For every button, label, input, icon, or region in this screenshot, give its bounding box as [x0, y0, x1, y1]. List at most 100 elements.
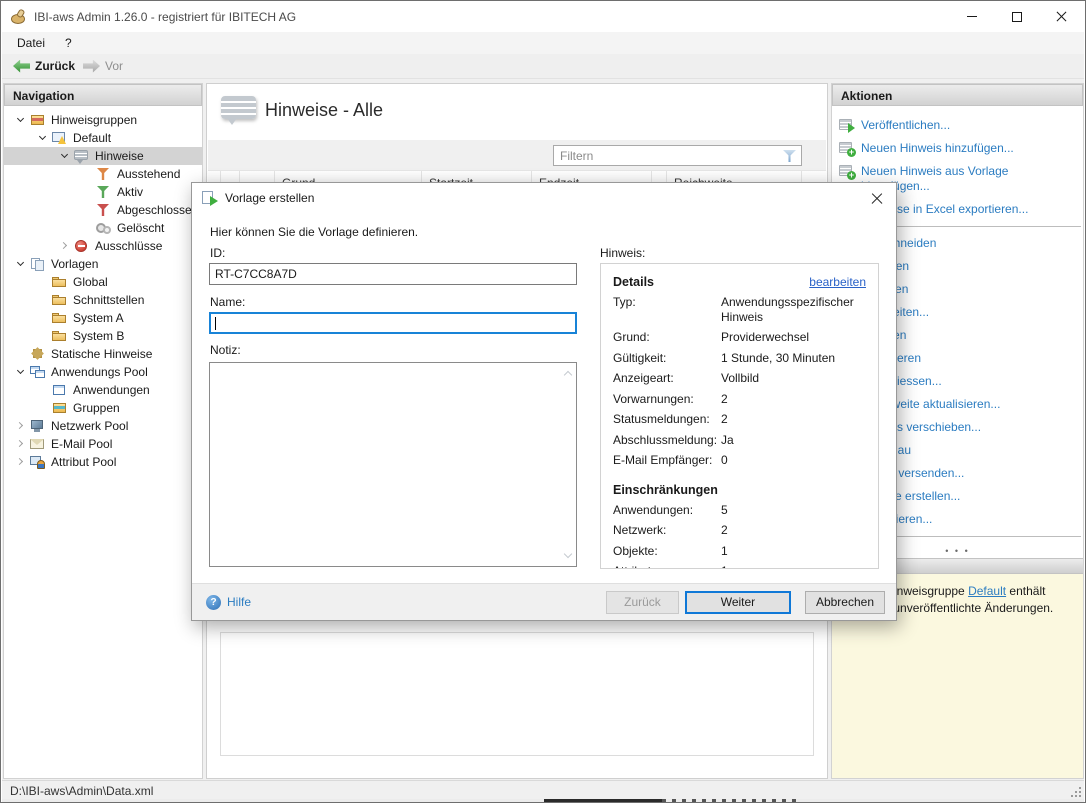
templates-icon — [29, 256, 46, 272]
sidebar-item-gruppen[interactable]: Gruppen — [4, 399, 202, 417]
chevron-right-icon[interactable] — [13, 436, 29, 452]
group-box-icon — [51, 400, 68, 416]
weiter-button[interactable]: Weiter — [685, 591, 791, 614]
navigation-panel: Navigation Hinweisgruppen Default Hinwei… — [3, 83, 203, 779]
add-note-icon — [838, 163, 855, 179]
forward-button[interactable]: Vor — [79, 57, 127, 75]
help-button[interactable]: ? Hilfe — [206, 595, 251, 610]
sidebar-item-system-b[interactable]: System B — [4, 327, 202, 345]
sidebar-item-schnittstellen[interactable]: Schnittstellen — [4, 291, 202, 309]
sidebar-item-attribut-pool[interactable]: Attribut Pool — [4, 453, 202, 471]
restrictions-heading: Einschränkungen — [613, 483, 866, 497]
chevron-placeholder — [35, 292, 51, 308]
folder-icon — [51, 292, 68, 308]
sidebar-item-anwendungen[interactable]: Anwendungen — [4, 381, 202, 399]
chevron-placeholder — [35, 328, 51, 344]
app-logo-icon — [10, 9, 27, 25]
detail-key: Gültigkeit: — [613, 351, 721, 366]
forward-label: Vor — [105, 59, 123, 73]
detail-key: Statusmeldungen: — [613, 412, 721, 427]
sidebar-item-statische-hinweise[interactable]: Statische Hinweise — [4, 345, 202, 363]
detail-row: Abschlussmeldung: Ja — [613, 433, 866, 448]
restriction-row: Objekte: 1 — [613, 544, 866, 559]
email-icon — [29, 436, 46, 452]
filter-box — [553, 145, 802, 166]
chevron-placeholder — [13, 346, 29, 362]
sidebar-item-aktiv[interactable]: Aktiv — [4, 183, 202, 201]
sidebar-item-hinweise[interactable]: Hinweise — [4, 147, 202, 165]
filter-input[interactable] — [554, 146, 801, 165]
sidebar-item-default[interactable]: Default — [4, 129, 202, 147]
folder-icon — [51, 310, 68, 326]
deleted-icon — [95, 220, 112, 236]
details-heading: Details — [613, 275, 654, 289]
action-neuen-hinweis[interactable]: Neuen Hinweis hinzufügen... — [832, 137, 1083, 160]
sidebar-item-vorlagen[interactable]: Vorlagen — [4, 255, 202, 273]
action-veroeffentlichen[interactable]: Veröffentlichen... — [832, 114, 1083, 137]
taskbar-fragment — [544, 799, 662, 802]
minimize-button[interactable] — [949, 2, 994, 31]
sidebar-item-label: Hinweise — [93, 147, 144, 165]
sidebar-item-label: Ausstehend — [115, 165, 180, 183]
sidebar-item-email-pool[interactable]: E-Mail Pool — [4, 435, 202, 453]
sidebar-item-ausschluesse[interactable]: Ausschlüsse — [4, 237, 202, 255]
resize-grip[interactable] — [1069, 785, 1081, 797]
hinweis-details-box: Details bearbeiten Typ: Anwendungsspezif… — [600, 263, 879, 569]
chevron-right-icon[interactable] — [13, 418, 29, 434]
zurueck-button[interactable]: Zurück — [606, 591, 679, 614]
sidebar-item-geloescht[interactable]: Gelöscht — [4, 219, 202, 237]
sidebar-item-system-a[interactable]: System A — [4, 309, 202, 327]
chevron-right-icon[interactable] — [13, 454, 29, 470]
detail-value: 1 Stunde, 30 Minuten — [721, 351, 866, 366]
sidebar-item-label: System A — [71, 309, 124, 327]
speech-bubble-icon — [73, 148, 90, 164]
sidebar-item-label: Ausschlüsse — [93, 237, 162, 255]
monitor-warning-icon — [51, 130, 68, 146]
default-group-link[interactable]: Default — [968, 584, 1006, 598]
close-button[interactable] — [1039, 2, 1084, 31]
sidebar-item-label: Hinweisgruppen — [49, 111, 137, 129]
app-window-icon — [51, 382, 68, 398]
sidebar-item-label: Gelöscht — [115, 219, 164, 237]
network-icon — [29, 418, 46, 434]
detail-key: E-Mail Empfänger: — [613, 453, 721, 468]
sidebar-item-hinweisgruppen[interactable]: Hinweisgruppen — [4, 111, 202, 129]
bearbeiten-link[interactable]: bearbeiten — [809, 275, 866, 289]
hinweise-bubble-icon — [221, 94, 259, 130]
chevron-down-icon[interactable] — [13, 256, 29, 272]
chevron-right-icon[interactable] — [57, 238, 73, 254]
name-field[interactable] — [211, 314, 575, 332]
detail-value: Ja — [721, 433, 866, 448]
chevron-down-icon[interactable] — [57, 148, 73, 164]
restriction-key: Anwendungen: — [613, 503, 721, 518]
publish-icon — [838, 117, 855, 133]
abbrechen-button[interactable]: Abbrechen — [805, 591, 885, 614]
vorlage-erstellen-dialog: Vorlage erstellen Hier können Sie die Vo… — [191, 182, 897, 621]
menu-help[interactable]: ? — [55, 34, 82, 52]
dialog-footer: ? Hilfe Zurück Weiter Abbrechen — [192, 583, 896, 620]
menu-datei[interactable]: Datei — [7, 34, 55, 52]
id-label: ID: — [210, 246, 225, 260]
restriction-key: Objekte: — [613, 544, 721, 559]
sidebar-item-anwendungs-pool[interactable]: Anwendungs Pool — [4, 363, 202, 381]
dialog-close-icon[interactable] — [870, 191, 884, 205]
sidebar-item-label: Schnittstellen — [71, 291, 144, 309]
chevron-down-icon[interactable] — [13, 364, 29, 380]
restriction-key: Netzwerk: — [613, 523, 721, 538]
toolbar: Zurück Vor — [2, 54, 1084, 79]
detail-row: Statusmeldungen: 2 — [613, 412, 866, 427]
id-field[interactable] — [210, 264, 576, 284]
note-label: Notiz: — [210, 343, 241, 357]
sidebar-item-abgeschlossen[interactable]: Abgeschlossen — [4, 201, 202, 219]
sidebar-item-netzwerk-pool[interactable]: Netzwerk Pool — [4, 417, 202, 435]
back-button[interactable]: Zurück — [9, 57, 79, 75]
chevron-down-icon[interactable] — [35, 130, 51, 146]
maximize-button[interactable] — [994, 2, 1039, 31]
forward-arrow-icon — [83, 60, 100, 73]
chevron-down-icon[interactable] — [13, 112, 29, 128]
sidebar-item-global[interactable]: Global — [4, 273, 202, 291]
sidebar-item-label: Anwendungs Pool — [49, 363, 148, 381]
note-field[interactable] — [210, 363, 576, 566]
note-field-box — [209, 362, 577, 567]
sidebar-item-ausstehend[interactable]: Ausstehend — [4, 165, 202, 183]
